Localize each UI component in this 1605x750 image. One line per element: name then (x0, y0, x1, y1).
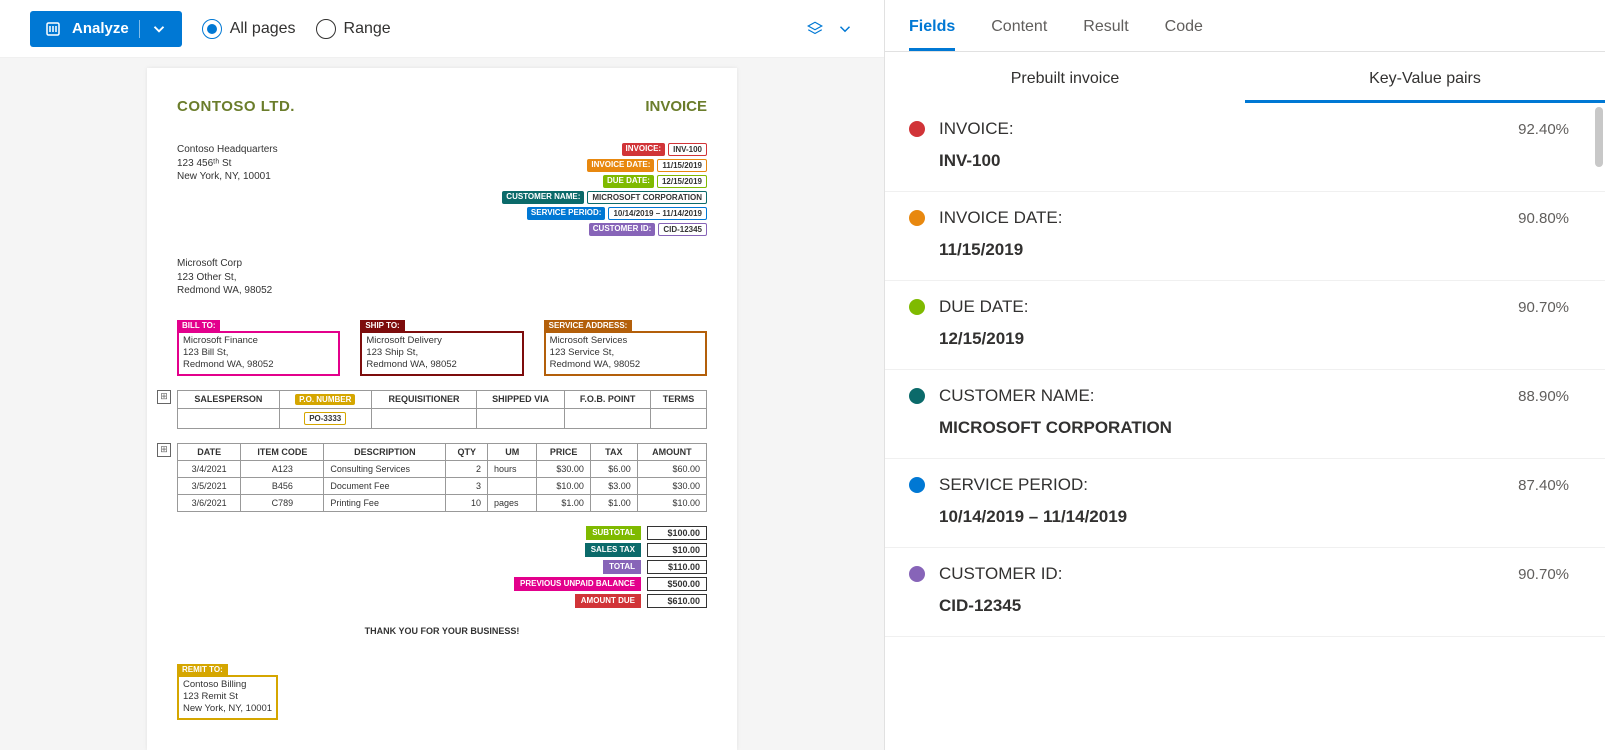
tab-prebuilt-invoice[interactable]: Prebuilt invoice (885, 52, 1245, 103)
field-item[interactable]: INVOICE: 92.40% INV-100 (885, 103, 1605, 192)
field-value: 10/14/2019 – 11/14/2019 (939, 507, 1569, 527)
chevron-down-icon (150, 20, 168, 38)
service-address-block: SERVICE ADDRESS: Microsoft Services123 S… (544, 320, 707, 376)
header-table: SALESPERSON P.O. NUMBER REQUISITIONER SH… (177, 390, 707, 429)
field-name: CUSTOMER ID: (939, 564, 1504, 584)
dot-icon (909, 566, 925, 582)
field-confidence: 90.70% (1518, 299, 1569, 316)
table-icon[interactable]: ⊞ (157, 390, 171, 404)
analyze-icon (44, 20, 62, 38)
field-value: 11/15/2019 (939, 240, 1569, 260)
field-item[interactable]: CUSTOMER ID: 90.70% CID-12345 (885, 548, 1605, 637)
radio-unselected-icon (316, 19, 336, 39)
chevron-down-icon (836, 20, 854, 38)
range-label: Range (344, 20, 391, 38)
ship-to-block: SHIP TO: Microsoft Delivery123 Ship St,R… (360, 320, 523, 376)
field-value: MICROSOFT CORPORATION (939, 418, 1569, 438)
invoice-title: INVOICE (645, 98, 707, 115)
customer-address: Microsoft Corp 123 Other St, Redmond WA,… (177, 257, 707, 298)
radio-selected-icon (202, 19, 222, 39)
field-item[interactable]: DUE DATE: 90.70% 12/15/2019 (885, 281, 1605, 370)
layers-icon (806, 20, 824, 38)
field-list[interactable]: INVOICE: 92.40% INV-100 INVOICE DATE: 90.8… (885, 103, 1605, 750)
layers-button[interactable] (806, 20, 854, 38)
field-value: 12/15/2019 (939, 329, 1569, 349)
scrollbar-thumb[interactable] (1595, 107, 1603, 167)
field-confidence: 92.40% (1518, 121, 1569, 138)
all-pages-radio[interactable]: All pages (202, 19, 296, 39)
dot-icon (909, 388, 925, 404)
field-confidence: 88.90% (1518, 388, 1569, 405)
analyze-label: Analyze (72, 20, 129, 37)
field-item[interactable]: INVOICE DATE: 90.80% 11/15/2019 (885, 192, 1605, 281)
thank-you-text: THANK YOU FOR YOUR BUSINESS! (177, 626, 707, 636)
field-value: INV-100 (939, 151, 1569, 171)
tabs-secondary: Prebuilt invoice Key-Value pairs (885, 52, 1605, 103)
toolbar: Analyze All pages Range (0, 0, 884, 58)
field-name: CUSTOMER NAME: (939, 386, 1504, 406)
tabs-primary: Fields Content Result Code (885, 0, 1605, 52)
analyze-button[interactable]: Analyze (30, 11, 182, 47)
field-confidence: 90.80% (1518, 210, 1569, 227)
remit-to-block: REMIT TO: Contoso Billing123 Remit StNew… (177, 664, 278, 720)
field-name: INVOICE: (939, 119, 1504, 139)
dot-icon (909, 210, 925, 226)
tab-code[interactable]: Code (1165, 18, 1203, 51)
field-item[interactable]: CUSTOMER NAME: 88.90% MICROSOFT CORPORATI… (885, 370, 1605, 459)
bill-to-block: BILL TO: Microsoft Finance123 Bill St,Re… (177, 320, 340, 376)
tab-key-value-pairs[interactable]: Key-Value pairs (1245, 52, 1605, 103)
range-radio[interactable]: Range (316, 19, 391, 39)
dot-icon (909, 121, 925, 137)
field-item[interactable]: SERVICE PERIOD: 87.40% 10/14/2019 – 11/14… (885, 459, 1605, 548)
table-icon[interactable]: ⊞ (157, 443, 171, 457)
totals-block: SUBTOTAL$100.00 SALES TAX$10.00 TOTAL$11… (177, 526, 707, 608)
field-confidence: 87.40% (1518, 477, 1569, 494)
hq-address: Contoso Headquarters 123 456ᵗʰ St New Yo… (177, 143, 278, 239)
line-items-table: DATEITEM CODEDESCRIPTIONQTYUMPRICETAXAMO… (177, 443, 707, 512)
tab-fields[interactable]: Fields (909, 18, 955, 51)
invoice-page: CONTOSO LTD. INVOICE Contoso Headquarter… (147, 68, 737, 750)
field-name: INVOICE DATE: (939, 208, 1504, 228)
tab-content[interactable]: Content (991, 18, 1047, 51)
invoice-meta-tags: INVOICE:INV-100 INVOICE DATE:11/15/2019 … (502, 143, 707, 239)
all-pages-label: All pages (230, 20, 296, 38)
field-name: SERVICE PERIOD: (939, 475, 1504, 495)
field-confidence: 90.70% (1518, 566, 1569, 583)
document-preview[interactable]: CONTOSO LTD. INVOICE Contoso Headquarter… (0, 58, 884, 750)
tab-result[interactable]: Result (1083, 18, 1128, 51)
field-value: CID-12345 (939, 596, 1569, 616)
dot-icon (909, 477, 925, 493)
field-name: DUE DATE: (939, 297, 1504, 317)
company-name: CONTOSO LTD. (177, 98, 295, 115)
dot-icon (909, 299, 925, 315)
